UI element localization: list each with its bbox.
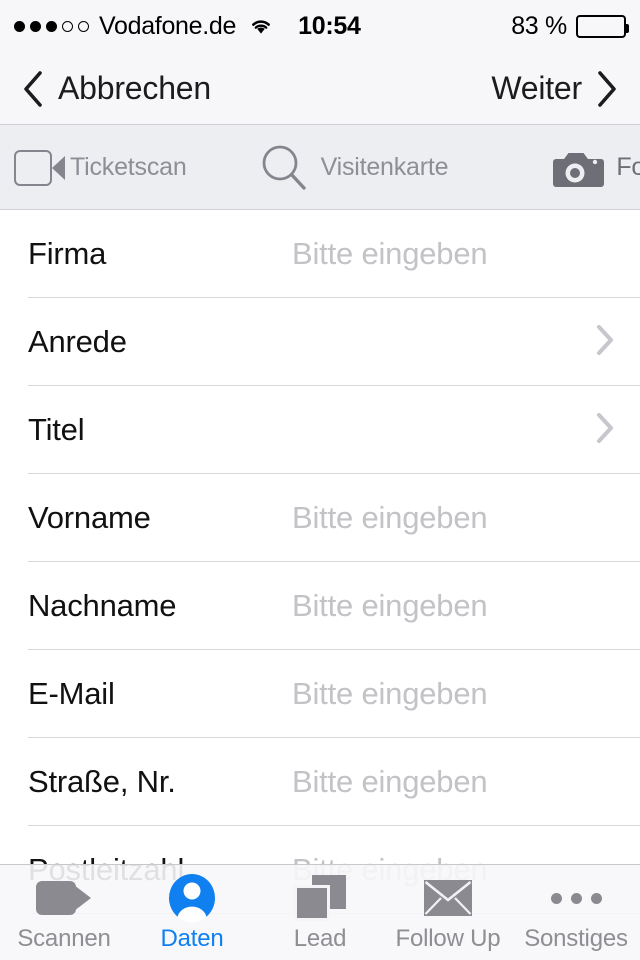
form-row-input[interactable]: Bitte eingeben	[292, 764, 488, 800]
form-row[interactable]: Straße, Nr. Bitte eingeben	[0, 738, 640, 826]
tab-lead-label: Lead	[293, 925, 347, 952]
chevron-right-icon	[596, 70, 618, 108]
signal-dot-filled	[14, 20, 25, 32]
form-row-input[interactable]: Bitte eingeben	[292, 588, 488, 624]
cancel-button-label: Abbrechen	[58, 70, 211, 106]
contact-form-list[interactable]: Firma Bitte eingeben Anrede Titel Vorname Bit…	[0, 210, 640, 960]
tab-daten[interactable]: Daten	[128, 865, 256, 953]
signal-dot-filled	[30, 20, 41, 32]
visitenkarte-label: Visitenkarte	[320, 153, 449, 181]
form-row-label: E-Mail	[28, 676, 115, 711]
stacked-pages-icon	[294, 875, 346, 921]
ticket-icon	[14, 146, 68, 190]
form-row-label: Firma	[28, 236, 107, 271]
signal-dot-empty	[62, 20, 73, 32]
foto-label: Foto	[616, 153, 640, 181]
foto-button[interactable]: Foto	[550, 148, 640, 188]
next-button[interactable]: Weiter	[491, 70, 618, 108]
envelope-icon	[424, 875, 472, 921]
form-row-input[interactable]: Bitte eingeben	[292, 676, 488, 712]
tab-sonstiges[interactable]: Sonstiges	[512, 865, 640, 953]
form-row[interactable]: Firma Bitte eingeben	[0, 210, 640, 298]
wifi-icon	[248, 16, 274, 36]
tab-lead[interactable]: Lead	[256, 865, 384, 953]
contact-person-icon	[167, 874, 217, 923]
navigation-bar: Abbrechen Weiter	[0, 52, 640, 125]
form-row[interactable]: Titel	[0, 386, 640, 474]
status-bar: Vodafone.de 10:54 83 %	[0, 0, 640, 52]
tab-bar: Scannen Daten Lead Follow Up Sonstiges	[0, 864, 640, 960]
signal-dot-empty	[78, 20, 89, 32]
tab-follow-up[interactable]: Follow Up	[384, 865, 512, 953]
tab-scannen-label: Scannen	[17, 925, 111, 952]
cancel-button[interactable]: Abbrechen	[22, 70, 211, 108]
tab-follow-up-label: Follow Up	[395, 925, 501, 952]
chevron-left-icon	[22, 70, 44, 108]
status-bar-right: 83 %	[511, 11, 629, 41]
capture-source-toolbar: Ticketscan Visitenkarte Foto	[0, 125, 640, 210]
carrier-label: Vodafone.de	[99, 11, 237, 40]
form-row[interactable]: E-Mail Bitte eingeben	[0, 650, 640, 738]
battery-percent-label: 83 %	[511, 11, 567, 40]
tab-daten-label: Daten	[160, 925, 224, 952]
magnifier-icon	[259, 142, 311, 194]
video-camera-icon	[36, 875, 92, 921]
form-row-label: Nachname	[28, 588, 177, 623]
status-bar-left: Vodafone.de 10:54	[14, 12, 361, 41]
ticketscan-button[interactable]: Ticketscan	[14, 146, 187, 190]
battery-icon	[576, 14, 629, 38]
clock-label: 10:54	[298, 11, 361, 40]
form-row-label: Straße, Nr.	[28, 764, 176, 799]
form-row-label: Titel	[28, 412, 85, 447]
app-screen: Vodafone.de 10:54 83 % Abbrechen Weiter …	[0, 0, 640, 960]
chevron-right-icon	[596, 412, 614, 449]
form-row-label: Anrede	[28, 324, 127, 359]
form-row[interactable]: Vorname Bitte eingeben	[0, 474, 640, 562]
signal-strength-dots	[14, 20, 89, 32]
chevron-right-icon	[596, 324, 614, 361]
tab-sonstiges-label: Sonstiges	[524, 925, 628, 952]
form-row-input[interactable]: Bitte eingeben	[292, 236, 488, 272]
form-row-input[interactable]: Bitte eingeben	[292, 500, 488, 536]
visitenkarte-button[interactable]: Visitenkarte	[259, 142, 449, 194]
more-dots-icon	[550, 875, 602, 921]
form-row[interactable]: Nachname Bitte eingeben	[0, 562, 640, 650]
tab-scannen[interactable]: Scannen	[0, 865, 128, 953]
form-row[interactable]: Anrede	[0, 298, 640, 386]
next-button-label: Weiter	[491, 70, 582, 106]
camera-icon	[550, 148, 605, 188]
signal-dot-filled	[46, 20, 57, 32]
ticketscan-label: Ticketscan	[70, 153, 187, 181]
form-row-label: Vorname	[28, 500, 151, 535]
